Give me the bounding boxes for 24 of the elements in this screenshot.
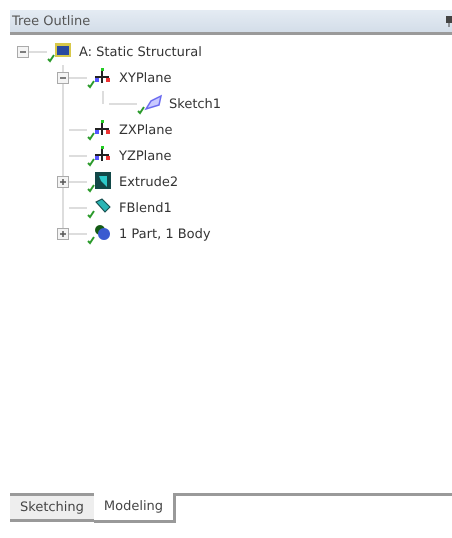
tree-item[interactable]: A: Static Structural [79, 44, 202, 60]
extrude-icon [87, 171, 113, 193]
tree-item[interactable]: Extrude2 [119, 174, 178, 190]
tab[interactable]: Sketching [10, 496, 94, 522]
tree-item[interactable]: 1 Part, 1 Body [119, 226, 211, 242]
blend-icon [87, 197, 113, 219]
collapse-icon[interactable] [17, 46, 29, 58]
body-icon [87, 223, 113, 245]
tree-item[interactable]: XYPlane [119, 70, 172, 86]
tab[interactable]: Modeling [94, 493, 176, 523]
tree-item[interactable]: Sketch1 [169, 96, 222, 112]
tree-item[interactable]: ZXPlane [119, 122, 172, 138]
expand-icon[interactable] [57, 176, 69, 188]
tree-item[interactable]: FBlend1 [119, 200, 172, 216]
axes-icon [87, 119, 113, 141]
pin-icon[interactable] [445, 15, 452, 27]
panel-title: Tree Outline [12, 14, 90, 28]
tree-item[interactable]: YZPlane [119, 148, 172, 164]
expand-icon[interactable] [57, 228, 69, 240]
model-icon [47, 41, 73, 63]
axes-icon [87, 145, 113, 167]
sketch-icon [137, 93, 163, 115]
collapse-icon[interactable] [57, 72, 69, 84]
axes-icon [87, 67, 113, 89]
